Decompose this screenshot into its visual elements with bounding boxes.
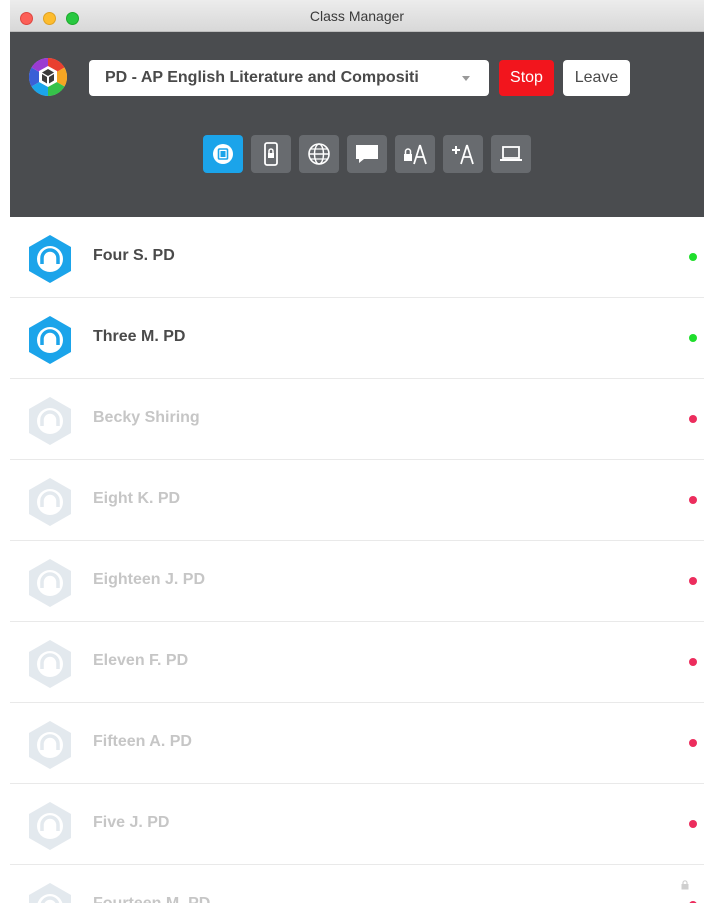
screen-view-button[interactable]	[203, 135, 243, 173]
chevron-down-icon	[462, 76, 470, 81]
screen-view-icon	[213, 144, 233, 164]
class-selector-value: PD - AP English Literature and Compositi	[105, 69, 419, 86]
stop-button[interactable]: Stop	[499, 60, 554, 96]
open-app-button[interactable]	[443, 135, 483, 173]
student-name: Fifteen A. PD	[93, 733, 192, 750]
student-avatar-icon	[29, 640, 71, 688]
online-status-indicator	[689, 334, 697, 342]
laptop-icon	[500, 146, 522, 161]
class-selector[interactable]: PD - AP English Literature and Compositi	[89, 60, 489, 96]
title-bar: Class Manager	[10, 0, 704, 32]
lock-device-icon	[264, 142, 278, 166]
student-name: Eleven F. PD	[93, 652, 189, 669]
student-avatar-icon	[29, 559, 71, 607]
student-name: Four S. PD	[93, 247, 175, 264]
student-avatar-icon	[29, 883, 71, 903]
offline-status-indicator	[689, 820, 697, 828]
offline-status-indicator	[689, 415, 697, 423]
laptop-button[interactable]	[491, 135, 531, 173]
leave-button[interactable]: Leave	[563, 60, 630, 96]
window-title: Class Manager	[309, 8, 405, 24]
student-row[interactable]: Three M. PD	[10, 298, 704, 379]
offline-status-indicator	[689, 658, 697, 666]
student-avatar-icon	[29, 235, 71, 283]
message-button[interactable]	[347, 135, 387, 173]
student-row[interactable]: Four S. PD	[10, 217, 704, 298]
online-status-indicator	[689, 253, 697, 261]
student-list: Four S. PD Three M. PD Becky Shiring Eig…	[10, 217, 704, 903]
lock-apps-icon	[404, 144, 427, 165]
offline-status-indicator	[689, 577, 697, 585]
student-row[interactable]: Eighteen J. PD	[10, 541, 704, 622]
web-icon	[308, 143, 330, 165]
app-logo-icon	[28, 57, 68, 97]
student-row[interactable]: Fifteen A. PD	[10, 703, 704, 784]
student-name: Becky Shiring	[93, 409, 200, 426]
offline-status-indicator	[689, 496, 697, 504]
student-avatar-icon	[29, 721, 71, 769]
header-bar: PD - AP English Literature and Compositi…	[10, 32, 704, 217]
offline-status-indicator	[689, 739, 697, 747]
message-icon	[356, 145, 378, 163]
open-app-icon	[452, 144, 474, 165]
student-row[interactable]: Becky Shiring	[10, 379, 704, 460]
student-name: Three M. PD	[93, 328, 186, 345]
web-button[interactable]	[299, 135, 339, 173]
student-name: Five J. PD	[93, 814, 170, 831]
student-row[interactable]: Eleven F. PD	[10, 622, 704, 703]
student-name: Eighteen J. PD	[93, 571, 206, 588]
student-avatar-icon	[29, 397, 71, 445]
student-avatar-icon	[29, 478, 71, 526]
student-row[interactable]: Five J. PD	[10, 784, 704, 865]
student-name: Eight K. PD	[93, 490, 181, 507]
lock-icon	[681, 880, 689, 890]
student-row[interactable]: Eight K. PD	[10, 460, 704, 541]
student-avatar-icon	[29, 316, 71, 364]
class-manager-window: Class Manager PD - AP English Literature…	[10, 0, 704, 903]
student-row[interactable]: Fourteen M. PD	[10, 865, 704, 903]
lock-apps-button[interactable]	[395, 135, 435, 173]
student-avatar-icon	[29, 802, 71, 850]
student-name: Fourteen M. PD	[93, 895, 210, 903]
lock-device-button[interactable]	[251, 135, 291, 173]
